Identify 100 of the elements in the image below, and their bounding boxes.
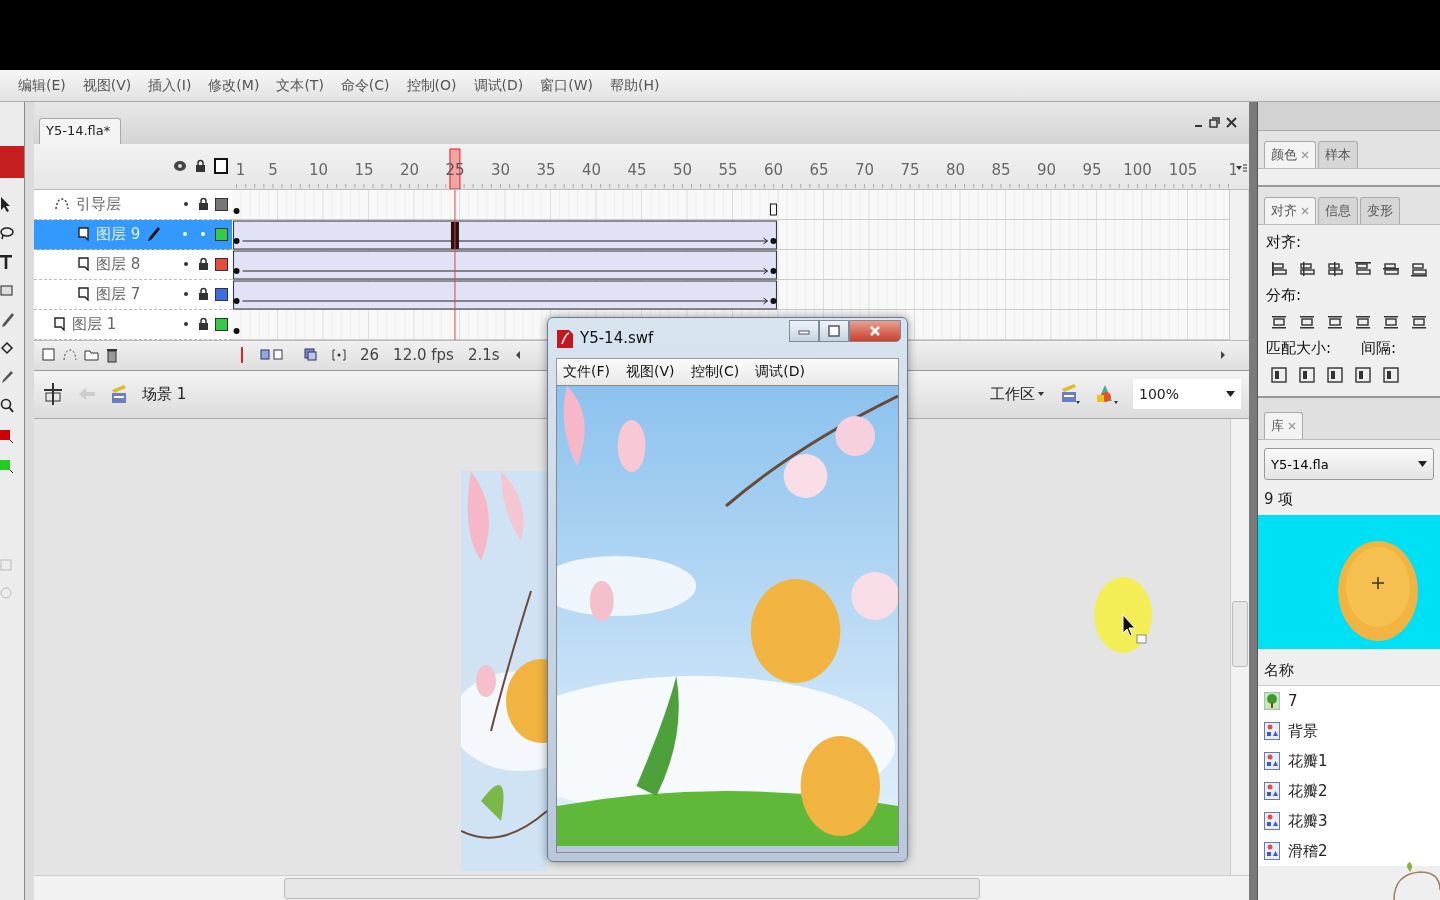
- rectangle-icon[interactable]: [0, 284, 14, 298]
- layer-row[interactable]: 图层 8: [34, 249, 232, 280]
- library-item[interactable]: 背景: [1258, 716, 1440, 746]
- menu-item[interactable]: 插入(I): [148, 76, 192, 95]
- maximize-button[interactable]: [819, 320, 849, 342]
- eyedropper-icon[interactable]: [0, 370, 14, 384]
- lock-icon[interactable]: [198, 197, 209, 212]
- spacing-icon[interactable]: [1354, 366, 1372, 384]
- library-dropdown[interactable]: Y5-14.fla: [1264, 448, 1434, 480]
- arrow-icon[interactable]: [0, 196, 12, 212]
- keyframe[interactable]: [770, 267, 777, 274]
- scrollbar-thumb[interactable]: [1232, 600, 1248, 667]
- layer-row[interactable]: 引导层: [34, 189, 232, 220]
- library-item[interactable]: 滑稽2: [1258, 836, 1440, 866]
- keyframe[interactable]: [233, 327, 240, 334]
- onion-markers-icon[interactable]: [332, 348, 346, 363]
- panel-tab[interactable]: 变形: [1360, 197, 1400, 224]
- layer-color-swatch[interactable]: [215, 197, 228, 211]
- spacing-icon[interactable]: [1382, 366, 1400, 384]
- stroke-color-icon[interactable]: [0, 428, 14, 444]
- visibility-dot[interactable]: [183, 232, 187, 237]
- menu-item[interactable]: 视图(V): [626, 363, 675, 381]
- minimize-button[interactable]: [789, 320, 819, 342]
- match-size-icon[interactable]: [1298, 366, 1316, 384]
- align-icon[interactable]: [1270, 260, 1288, 278]
- keyframe[interactable]: [233, 207, 240, 214]
- menu-item[interactable]: 控制(C): [690, 363, 740, 381]
- visibility-dot[interactable]: [184, 202, 188, 207]
- keyframe[interactable]: [233, 297, 240, 304]
- stage-icon[interactable]: [42, 382, 64, 407]
- menu-item[interactable]: 调试(D): [755, 363, 805, 381]
- layer-color-swatch[interactable]: [215, 317, 228, 331]
- lock-icon[interactable]: [198, 317, 209, 332]
- keyframe[interactable]: [233, 237, 240, 244]
- panel-tab[interactable]: 库: [1264, 412, 1303, 439]
- menu-item[interactable]: 帮助(H): [610, 76, 660, 95]
- text-tool-icon[interactable]: [0, 254, 12, 270]
- edit-multiple-frames-icon[interactable]: [304, 348, 318, 363]
- lock-icon[interactable]: [195, 159, 206, 174]
- close-icon[interactable]: [1226, 116, 1237, 128]
- panel-tab[interactable]: 对齐: [1264, 197, 1316, 224]
- match-size-icon[interactable]: [1270, 366, 1288, 384]
- bucket-icon[interactable]: [0, 342, 14, 356]
- align-icon[interactable]: [1382, 260, 1400, 278]
- layer-color-swatch[interactable]: [215, 287, 228, 301]
- panel-tab[interactable]: 颜色: [1264, 141, 1316, 168]
- align-icon[interactable]: [1326, 260, 1344, 278]
- layer-color-swatch[interactable]: [215, 257, 228, 271]
- scroll-right-icon[interactable]: [1219, 350, 1227, 361]
- lock-icon[interactable]: [198, 287, 209, 302]
- align-icon[interactable]: [1410, 260, 1428, 278]
- menu-item[interactable]: 文件(F): [563, 363, 610, 381]
- close-button[interactable]: [849, 320, 901, 342]
- library-item[interactable]: 花瓣3: [1258, 806, 1440, 836]
- menu-item[interactable]: 调试(D): [473, 76, 524, 95]
- layer-color-swatch[interactable]: [215, 227, 228, 241]
- match-size-icon[interactable]: [1326, 366, 1344, 384]
- scrollbar-thumb[interactable]: [284, 877, 980, 899]
- restore-icon[interactable]: [1209, 116, 1220, 128]
- distribute-icon[interactable]: [1354, 313, 1372, 331]
- dropdown-caret-icon[interactable]: [1226, 390, 1235, 399]
- align-icon[interactable]: [1298, 260, 1316, 278]
- eye-icon[interactable]: [173, 160, 187, 173]
- add-guide-icon[interactable]: [62, 347, 78, 362]
- pencil-icon[interactable]: [0, 312, 14, 328]
- tween-span[interactable]: [233, 220, 777, 250]
- lock-icon[interactable]: [198, 257, 209, 272]
- distribute-icon[interactable]: [1298, 313, 1316, 331]
- library-item[interactable]: 花瓣2: [1258, 776, 1440, 806]
- new-layer-icon[interactable]: [42, 347, 56, 362]
- scene-icon[interactable]: [110, 384, 128, 405]
- fill-color-icon[interactable]: [0, 458, 14, 474]
- lasso-icon[interactable]: [0, 226, 14, 240]
- keyframe[interactable]: [770, 237, 777, 244]
- visibility-dot[interactable]: [184, 292, 188, 297]
- keyframe[interactable]: [233, 267, 240, 274]
- menu-item[interactable]: 修改(M): [208, 76, 260, 95]
- visibility-dot[interactable]: [184, 262, 188, 267]
- center-frame-icon[interactable]: [238, 347, 246, 364]
- layer-row[interactable]: 图层 7: [34, 279, 232, 310]
- folder-icon[interactable]: [84, 347, 100, 362]
- dropdown-caret-icon[interactable]: [1418, 460, 1427, 468]
- scene-label[interactable]: 场景 1: [142, 384, 187, 404]
- panel-tab[interactable]: 信息: [1318, 197, 1358, 224]
- distribute-icon[interactable]: [1326, 313, 1344, 331]
- menu-item[interactable]: 文本(T): [276, 76, 324, 95]
- menu-item[interactable]: 视图(V): [82, 76, 132, 95]
- workspace-menu[interactable]: 工作区: [990, 384, 1035, 404]
- keyframe[interactable]: [770, 297, 777, 304]
- outline-icon[interactable]: [214, 158, 228, 175]
- empty-keyframe[interactable]: [769, 203, 777, 216]
- distribute-icon[interactable]: [1410, 313, 1428, 331]
- distribute-icon[interactable]: [1382, 313, 1400, 331]
- distribute-icon[interactable]: [1270, 313, 1288, 331]
- visibility-dot[interactable]: [184, 322, 188, 327]
- menu-item[interactable]: 编辑(E): [18, 76, 66, 95]
- timeline-scrollbar[interactable]: [1229, 189, 1248, 340]
- document-tab[interactable]: Y5-14.fla*: [39, 117, 122, 144]
- panel-tab[interactable]: 样本: [1318, 141, 1358, 168]
- menu-item[interactable]: 控制(O): [406, 76, 457, 95]
